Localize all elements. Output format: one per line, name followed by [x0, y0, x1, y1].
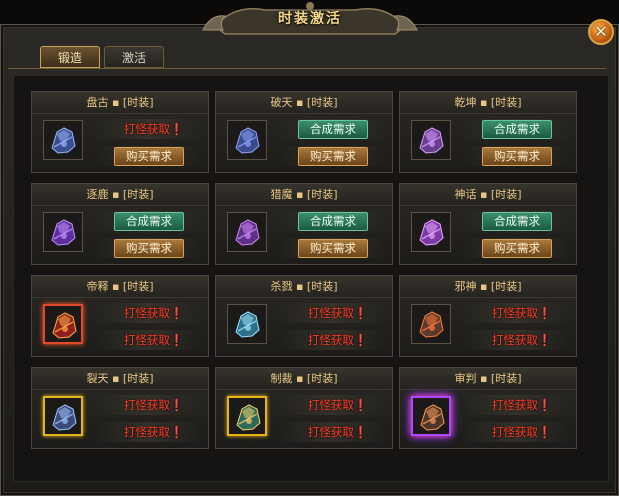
armor-icon-liemo[interactable] — [227, 212, 267, 252]
card-title: 裂天 ▪ [时装] — [32, 368, 208, 390]
fashion-card: 制裁 ▪ [时装] 打怪获取❗ 打怪获取❗ — [215, 367, 393, 449]
fashion-card: 盘古 ▪ [时装] 打怪获取❗ 购买需求 — [31, 91, 209, 173]
armor-icon-shenhua[interactable] — [411, 212, 451, 252]
armor-icon-shalu[interactable] — [227, 304, 267, 344]
window-title: 时装激活 — [278, 11, 342, 27]
close-button[interactable]: ✕ — [588, 19, 614, 45]
armor-icon-dishi[interactable] — [43, 304, 83, 344]
tab-activate[interactable]: 激活 — [104, 46, 164, 68]
synthesis-requirement-button[interactable]: 合成需求 — [114, 212, 184, 231]
purchase-requirement-button[interactable]: 购买需求 — [482, 239, 552, 258]
armor-icon-shenpan[interactable] — [411, 396, 451, 436]
card-title: 乾坤 ▪ [时装] — [400, 92, 576, 114]
hunt-source-link[interactable]: 打怪获取❗ — [288, 423, 388, 441]
hunt-source-link[interactable]: 打怪获取❗ — [104, 120, 204, 138]
fashion-card: 逐鹿 ▪ [时装] 合成需求购买需求 — [31, 183, 209, 265]
fashion-card: 裂天 ▪ [时装] 打怪获取❗ 打怪获取❗ — [31, 367, 209, 449]
tab-forge[interactable]: 锻造 — [40, 46, 100, 68]
armor-icon-zhicai[interactable] — [227, 396, 267, 436]
hunt-source-link[interactable]: 打怪获取❗ — [104, 423, 204, 441]
purchase-requirement-button[interactable]: 购买需求 — [482, 147, 552, 166]
close-icon: ✕ — [594, 22, 608, 41]
hunt-source-link[interactable]: 打怪获取❗ — [472, 304, 572, 322]
synthesis-requirement-button[interactable]: 合成需求 — [298, 120, 368, 139]
card-title: 破天 ▪ [时装] — [216, 92, 392, 114]
card-title: 审判 ▪ [时装] — [400, 368, 576, 390]
hunt-source-link[interactable]: 打怪获取❗ — [104, 331, 204, 349]
fashion-card: 杀戮 ▪ [时装] 打怪获取❗ 打怪获取❗ — [215, 275, 393, 357]
fashion-card: 神话 ▪ [时装] 合成需求购买需求 — [399, 183, 577, 265]
hunt-source-link[interactable]: 打怪获取❗ — [288, 304, 388, 322]
tab-divider — [8, 68, 606, 69]
armor-icon-qiankun[interactable] — [411, 120, 451, 160]
fashion-card: 邪神 ▪ [时装] 打怪获取❗ 打怪获取❗ — [399, 275, 577, 357]
card-title: 盘古 ▪ [时装] — [32, 92, 208, 114]
synthesis-requirement-button[interactable]: 合成需求 — [482, 120, 552, 139]
purchase-requirement-button[interactable]: 购买需求 — [298, 147, 368, 166]
purchase-requirement-button[interactable]: 购买需求 — [114, 239, 184, 258]
armor-icon-xieshen[interactable] — [411, 304, 451, 344]
fashion-card: 破天 ▪ [时装] 合成需求购买需求 — [215, 91, 393, 173]
title-plate: 时装激活 — [195, 0, 425, 40]
card-title: 猎魔 ▪ [时装] — [216, 184, 392, 206]
synthesis-requirement-button[interactable]: 合成需求 — [298, 212, 368, 231]
hunt-source-link[interactable]: 打怪获取❗ — [472, 396, 572, 414]
fashion-card: 帝释 ▪ [时装] 打怪获取❗ 打怪获取❗ — [31, 275, 209, 357]
hunt-source-link[interactable]: 打怪获取❗ — [288, 331, 388, 349]
fashion-card: 乾坤 ▪ [时装] 合成需求购买需求 — [399, 91, 577, 173]
card-title: 杀戮 ▪ [时装] — [216, 276, 392, 298]
fashion-card: 猎魔 ▪ [时装] 合成需求购买需求 — [215, 183, 393, 265]
card-title: 邪神 ▪ [时装] — [400, 276, 576, 298]
armor-icon-pangu[interactable] — [43, 120, 83, 160]
purchase-requirement-button[interactable]: 购买需求 — [114, 147, 184, 166]
card-title: 帝释 ▪ [时装] — [32, 276, 208, 298]
armor-icon-lietian[interactable] — [43, 396, 83, 436]
hunt-source-link[interactable]: 打怪获取❗ — [288, 396, 388, 414]
purchase-requirement-button[interactable]: 购买需求 — [298, 239, 368, 258]
hunt-source-link[interactable]: 打怪获取❗ — [104, 304, 204, 322]
armor-icon-zhulu[interactable] — [43, 212, 83, 252]
hunt-source-link[interactable]: 打怪获取❗ — [472, 423, 572, 441]
card-title: 神话 ▪ [时装] — [400, 184, 576, 206]
hunt-source-link[interactable]: 打怪获取❗ — [104, 396, 204, 414]
card-title: 逐鹿 ▪ [时装] — [32, 184, 208, 206]
armor-icon-potian[interactable] — [227, 120, 267, 160]
fashion-card: 审判 ▪ [时装] 打怪获取❗ 打怪获取❗ — [399, 367, 577, 449]
synthesis-requirement-button[interactable]: 合成需求 — [482, 212, 552, 231]
card-title: 制裁 ▪ [时装] — [216, 368, 392, 390]
hunt-source-link[interactable]: 打怪获取❗ — [472, 331, 572, 349]
